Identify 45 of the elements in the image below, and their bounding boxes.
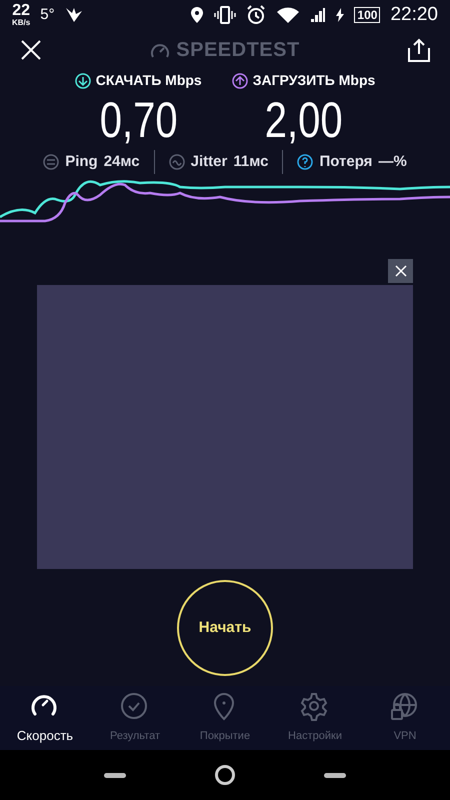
speed-value: 2,00 bbox=[264, 91, 342, 149]
signal-icon bbox=[310, 7, 326, 23]
speed-label: СКАЧАТЬ Mbps bbox=[96, 71, 202, 90]
speed-value: 0,70 bbox=[99, 91, 178, 149]
nav-tab[interactable]: VPN bbox=[360, 686, 450, 750]
start-button[interactable]: Начать bbox=[177, 580, 273, 676]
app-notification-icon bbox=[64, 7, 83, 23]
close-icon bbox=[394, 265, 406, 277]
temperature: 5° bbox=[40, 4, 55, 25]
globe-lock-icon bbox=[390, 692, 420, 722]
upload-icon bbox=[232, 72, 248, 88]
metric-label: Ping bbox=[65, 152, 98, 172]
settings-icon bbox=[300, 692, 330, 722]
alarm-icon bbox=[246, 5, 266, 25]
recents-handle[interactable] bbox=[324, 772, 346, 778]
wave-icon bbox=[168, 154, 185, 170]
ping-icon bbox=[43, 154, 60, 170]
home-button[interactable] bbox=[214, 765, 235, 785]
check-circle-icon bbox=[120, 692, 150, 722]
charging-icon bbox=[336, 8, 344, 22]
clock: 22:20 bbox=[390, 2, 438, 27]
metric-value: —% bbox=[378, 152, 407, 172]
speed-label: ЗАГРУЗИТЬ Mbps bbox=[252, 71, 376, 90]
network-speed: 22 bbox=[12, 3, 30, 19]
vibrate-icon bbox=[214, 6, 236, 24]
nav-tab[interactable]: Настройки bbox=[270, 686, 360, 750]
nav-tab[interactable]: Результат bbox=[90, 686, 180, 750]
location-icon bbox=[190, 6, 204, 24]
battery-icon: 100 bbox=[354, 7, 380, 23]
metric-value: 11мс bbox=[233, 152, 268, 172]
wifi-icon bbox=[276, 6, 300, 24]
share-button[interactable] bbox=[408, 38, 430, 62]
nav-tab[interactable]: Скорость bbox=[0, 686, 90, 750]
app-title: SPEEDTEST bbox=[176, 38, 300, 63]
metric-label: Потеря bbox=[319, 152, 372, 172]
close-ad-button[interactable] bbox=[388, 259, 413, 283]
network-speed-unit: KB/s bbox=[12, 19, 30, 27]
metric-value: 24мс bbox=[104, 152, 140, 172]
nav-tab[interactable]: Покрытие bbox=[180, 686, 270, 750]
metric-label: Jitter bbox=[190, 152, 228, 172]
close-button[interactable] bbox=[20, 39, 42, 61]
back-handle[interactable] bbox=[104, 772, 126, 778]
download-icon bbox=[74, 72, 91, 88]
help-icon[interactable] bbox=[297, 154, 314, 170]
speedometer-icon bbox=[150, 41, 170, 59]
